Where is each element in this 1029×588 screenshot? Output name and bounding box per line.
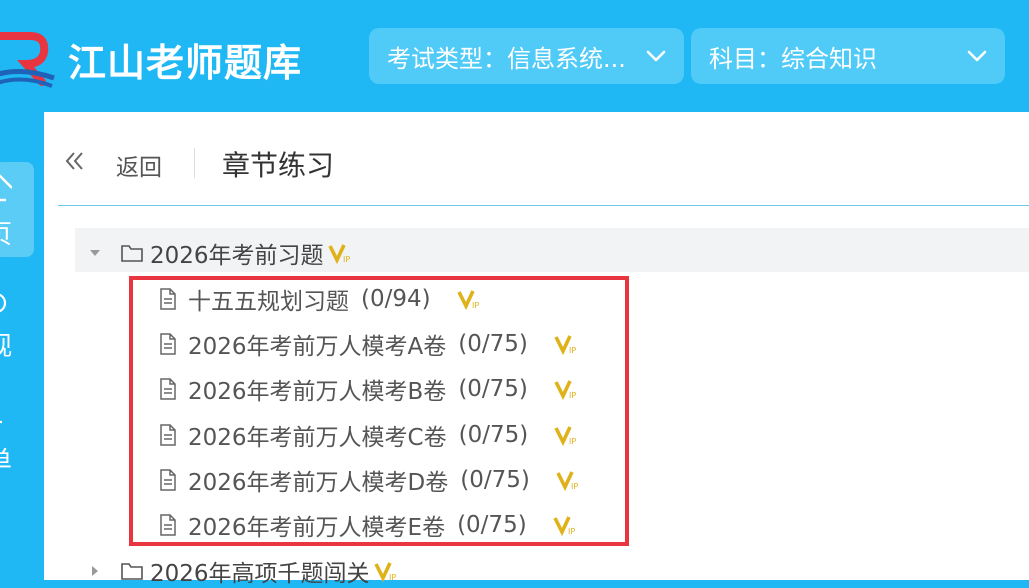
item-label: 十五五规划习题	[188, 289, 349, 315]
item-label: 2026年考前万人模考C卷	[188, 425, 447, 451]
vip-icon: IP	[553, 516, 575, 536]
tree-item[interactable]: 2026年考前万人模考C卷 (0/75) IP	[158, 418, 580, 452]
document-icon	[160, 424, 176, 446]
vip-icon: IP	[373, 562, 396, 582]
item-count: (0/94)	[361, 286, 431, 312]
page-title: 章节练习	[222, 149, 335, 182]
tree-item[interactable]: 2026年考前万人模考E卷 (0/75) IP	[158, 508, 579, 542]
svg-text:IP: IP	[569, 346, 576, 355]
document-icon	[160, 514, 176, 536]
list-icon	[0, 420, 2, 424]
nav-item-label: 页	[0, 214, 12, 251]
caret-down-icon[interactable]	[88, 246, 102, 260]
item-label: 2026年考前万人模考A卷	[188, 334, 447, 360]
chevron-down-icon	[967, 50, 987, 62]
item-count: (0/75)	[460, 467, 530, 493]
divider	[194, 148, 195, 178]
tree-folder-2026-challenge[interactable]: 2026年高项千题闯关 IP	[88, 554, 400, 588]
item-label: 2026年考前万人模考D卷	[188, 470, 449, 496]
vip-icon: IP	[456, 290, 479, 310]
nav-item-label: 观	[0, 326, 12, 363]
back-button[interactable]: 返回	[116, 148, 162, 182]
double-chevron-left-icon[interactable]	[64, 150, 86, 172]
item-label: 2026年考前万人模考E卷	[188, 515, 446, 541]
page-header: 返回 章节练习	[58, 112, 1029, 206]
nav-item-list[interactable]: 单	[0, 392, 34, 484]
subject-select[interactable]: 科目：综合知识	[691, 28, 1005, 84]
caret-right-icon[interactable]	[88, 564, 102, 578]
svg-text:IP: IP	[568, 527, 575, 536]
folder-label: 2026年考前习题	[150, 243, 324, 269]
svg-text:IP: IP	[389, 573, 396, 582]
vip-icon: IP	[554, 380, 576, 400]
subject-value: 科目：综合知识	[709, 44, 877, 73]
item-count: (0/75)	[457, 512, 527, 538]
chevron-down-icon	[646, 50, 666, 62]
vip-icon: IP	[554, 426, 577, 446]
annotation-highlight-box	[129, 276, 629, 546]
app-header: 江山老师题库 考试类型：信息系统... 科目：综合知识	[0, 0, 1029, 112]
tree-item[interactable]: 2026年考前万人模考A卷 (0/75) IP	[158, 327, 580, 361]
vip-icon: IP	[554, 335, 576, 355]
folder-icon	[121, 563, 143, 580]
svg-text:IP: IP	[472, 301, 479, 310]
document-icon	[160, 288, 176, 310]
svg-text:IP: IP	[571, 482, 578, 491]
tree-item[interactable]: 2026年考前万人模考D卷 (0/75) IP	[158, 463, 582, 497]
video-icon	[0, 293, 7, 313]
item-count: (0/75)	[458, 331, 528, 357]
item-count: (0/75)	[458, 422, 529, 448]
tree-folder-2026-exam[interactable]: 2026年考前习题 IP	[88, 236, 354, 270]
svg-text:IP: IP	[343, 255, 350, 264]
exam-type-select[interactable]: 考试类型：信息系统...	[369, 28, 684, 84]
document-icon	[160, 469, 176, 491]
app-title: 江山老师题库	[68, 41, 303, 85]
tree-item[interactable]: 2026年考前万人模考B卷 (0/75) IP	[158, 372, 580, 406]
vip-icon: IP	[556, 471, 578, 491]
main-panel: 返回 章节练习 2026年考前习题 IP 十五五规划习题 (0/94) IP 2…	[44, 112, 1029, 587]
svg-text:IP: IP	[569, 391, 576, 400]
folder-label: 2026年高项千题闯关	[150, 561, 370, 587]
side-nav: 页 观 单	[0, 112, 44, 580]
nav-item-video[interactable]: 观	[0, 277, 34, 369]
item-count: (0/75)	[458, 376, 528, 402]
svg-text:IP: IP	[569, 437, 576, 446]
vip-icon: IP	[327, 244, 350, 264]
home-icon	[0, 174, 12, 202]
tree-item[interactable]: 十五五规划习题 (0/94) IP	[158, 282, 483, 316]
exam-type-value: 考试类型：信息系统...	[387, 44, 626, 73]
nav-item-home[interactable]: 页	[0, 162, 34, 257]
item-label: 2026年考前万人模考B卷	[188, 379, 447, 405]
logo-icon	[0, 32, 55, 88]
document-icon	[160, 378, 176, 400]
nav-item-label: 单	[0, 441, 12, 478]
folder-icon	[121, 245, 143, 262]
document-icon	[160, 333, 176, 355]
